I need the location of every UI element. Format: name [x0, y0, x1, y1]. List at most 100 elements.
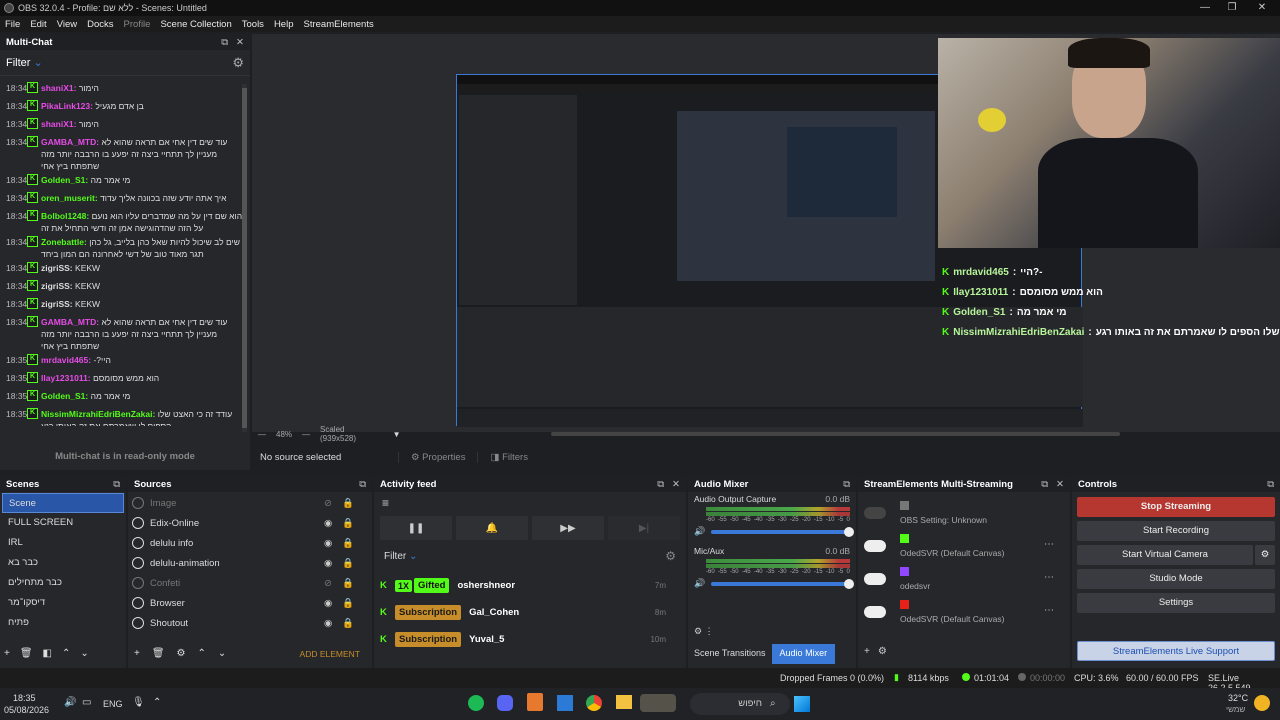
activity-row[interactable]: K Subscription Yuval_5 10m — [374, 626, 674, 653]
preview-scrollbar[interactable] — [550, 432, 1120, 436]
speaker-icon[interactable]: 🔊 — [694, 526, 705, 537]
tab-audio-mixer[interactable]: Audio Mixer — [771, 644, 836, 664]
menu-tools[interactable]: Tools — [237, 19, 269, 30]
zoom-dropdown-icon[interactable]: ▼ — [393, 430, 401, 439]
menu-streamelements[interactable]: StreamElements — [298, 19, 378, 30]
se-live-support-button[interactable]: StreamElements Live Support — [1077, 641, 1275, 661]
volume-slider[interactable] — [711, 578, 854, 589]
source-up-button[interactable]: ⌃ — [198, 648, 206, 659]
chrome-icon[interactable] — [586, 695, 602, 711]
gear-icon[interactable]: ⚙ — [878, 646, 887, 657]
source-item[interactable]: delulu info ◉ 🔒 — [128, 533, 372, 553]
lock-icon[interactable]: 🔒 — [342, 598, 354, 609]
visibility-eye-icon[interactable]: ⊘ — [324, 498, 332, 509]
virtual-camera-gear-icon[interactable]: ⚙ — [1255, 545, 1275, 565]
minimize-button[interactable]: — — [1190, 0, 1220, 16]
task-view-thumbnail[interactable] — [640, 694, 676, 712]
source-down-button[interactable]: ⌄ — [218, 648, 226, 659]
source-settings-button[interactable]: ⚙ — [177, 648, 186, 659]
gear-icon[interactable]: ⚙ — [665, 549, 676, 563]
source-item[interactable]: Image ⊘ 🔒 — [128, 493, 372, 513]
start-recording-button[interactable]: Start Recording — [1077, 521, 1275, 541]
activity-row[interactable]: K Subscription Gal_Cohen 8m — [374, 599, 674, 626]
lock-icon[interactable]: 🔒 — [342, 618, 354, 629]
close-window-button[interactable]: ✕ — [1247, 0, 1277, 16]
toggle-switch[interactable] — [864, 572, 886, 585]
scene-item[interactable]: דיסקו־מר — [2, 593, 124, 613]
pause-button[interactable]: ❚❚ — [380, 516, 452, 540]
visibility-eye-icon[interactable]: ◉ — [324, 558, 332, 569]
scene-filter-button[interactable]: ◧ — [43, 648, 52, 659]
settings-button[interactable]: Settings — [1077, 593, 1275, 613]
add-scene-button[interactable]: + — [4, 648, 10, 659]
source-item[interactable]: Edix-Online ◉ 🔒 — [128, 513, 372, 533]
source-item[interactable]: Browser ◉ 🔒 — [128, 593, 372, 613]
scene-item[interactable]: כבר בא — [2, 553, 124, 573]
lock-icon[interactable]: 🔒 — [342, 518, 354, 529]
bell-icon[interactable]: 🔔 — [456, 516, 528, 540]
speaker-icon[interactable]: 🔊 — [694, 578, 705, 589]
properties-button[interactable]: ⚙ Properties — [398, 451, 477, 463]
visibility-eye-icon[interactable]: ◉ — [324, 538, 332, 549]
mixer-settings-icon[interactable]: ⚙ ⋮ — [694, 626, 714, 637]
lock-icon[interactable]: 🔒 — [342, 498, 354, 509]
slider-handle[interactable] — [844, 526, 854, 537]
add-destination-button[interactable]: + — [864, 646, 870, 657]
studio-mode-button[interactable]: Studio Mode — [1077, 569, 1275, 589]
visibility-eye-icon[interactable]: ◉ — [324, 598, 332, 609]
slider-handle[interactable] — [844, 578, 854, 589]
visibility-eye-icon[interactable]: ⊘ — [324, 578, 332, 589]
add-source-button[interactable]: + — [134, 648, 140, 659]
activity-filter-dropdown[interactable]: Filter ⌄ — [384, 551, 417, 562]
lock-icon[interactable]: 🔒 — [342, 578, 354, 589]
scene-item[interactable]: כבר מתחילים — [2, 573, 124, 593]
more-options-icon[interactable]: ⋯ — [1044, 605, 1054, 616]
lock-icon[interactable]: 🔒 — [342, 558, 354, 569]
stop-streaming-button[interactable]: Stop Streaming — [1077, 497, 1275, 517]
maximize-button[interactable]: ❐ — [1217, 0, 1247, 16]
lock-icon[interactable]: 🔒 — [342, 538, 354, 549]
toggle-switch[interactable] — [864, 539, 886, 552]
microphone-icon[interactable]: 🎙 — [132, 697, 145, 708]
more-options-icon[interactable]: ⋯ — [1044, 539, 1054, 550]
float-icon[interactable]: ⧉ — [359, 479, 366, 490]
scene-item[interactable]: IRL — [2, 533, 124, 553]
menu-help[interactable]: Help — [269, 19, 299, 30]
windows-start-icon[interactable] — [794, 696, 810, 712]
float-icon[interactable]: ⧉ — [657, 479, 664, 490]
tray-chevron-icon[interactable]: ⌃ — [153, 697, 161, 708]
filter-dropdown[interactable]: Filter ⌄ — [6, 56, 43, 69]
move-down-button[interactable]: ⌄ — [80, 648, 88, 659]
float-icon[interactable]: ⧉ — [113, 479, 120, 490]
move-up-button[interactable]: ⌃ — [62, 648, 70, 659]
scene-item[interactable]: FULL SCREEN — [2, 513, 124, 533]
more-options-icon[interactable]: ⋯ — [1044, 572, 1054, 583]
volume-icon[interactable]: 🔊 — [64, 697, 76, 708]
tab-scene-transitions[interactable]: Scene Transitions — [688, 644, 772, 664]
chat-scrollbar[interactable] — [242, 84, 247, 432]
float-icon[interactable]: ⧉ — [221, 37, 228, 48]
add-element-button[interactable]: ADD ELEMENT — [300, 649, 360, 659]
skip-end-button[interactable]: ▶| — [608, 516, 680, 540]
obs-taskbar-icon[interactable] — [527, 693, 543, 711]
scene-item[interactable]: פתיח — [2, 613, 124, 633]
visibility-eye-icon[interactable]: ◉ — [324, 618, 332, 629]
source-item[interactable]: Confeti ⊘ 🔒 — [128, 573, 372, 593]
menu-docks[interactable]: Docks — [82, 19, 118, 30]
close-icon[interactable]: ✕ — [672, 479, 680, 490]
source-item[interactable]: delulu-animation ◉ 🔒 — [128, 553, 372, 573]
remove-source-button[interactable]: 🗑 — [152, 648, 165, 659]
zoom-level[interactable]: 48% — [276, 430, 292, 439]
discord-icon[interactable] — [497, 695, 513, 711]
source-item[interactable]: Shoutout ◉ 🔒 — [128, 613, 372, 633]
skip-button[interactable]: ▶▶ — [532, 516, 604, 540]
menu-profile[interactable]: Profile — [119, 19, 156, 30]
language-indicator[interactable]: ENG — [103, 699, 123, 709]
scene-item[interactable]: Scene — [2, 493, 124, 513]
close-icon[interactable]: ✕ — [1056, 479, 1064, 490]
menu-scene-collection[interactable]: Scene Collection — [155, 19, 236, 30]
menu-view[interactable]: View — [52, 19, 82, 30]
float-icon[interactable]: ⧉ — [1267, 479, 1274, 490]
remove-scene-button[interactable]: 🗑 — [20, 648, 33, 659]
toggle-switch[interactable] — [864, 605, 886, 618]
